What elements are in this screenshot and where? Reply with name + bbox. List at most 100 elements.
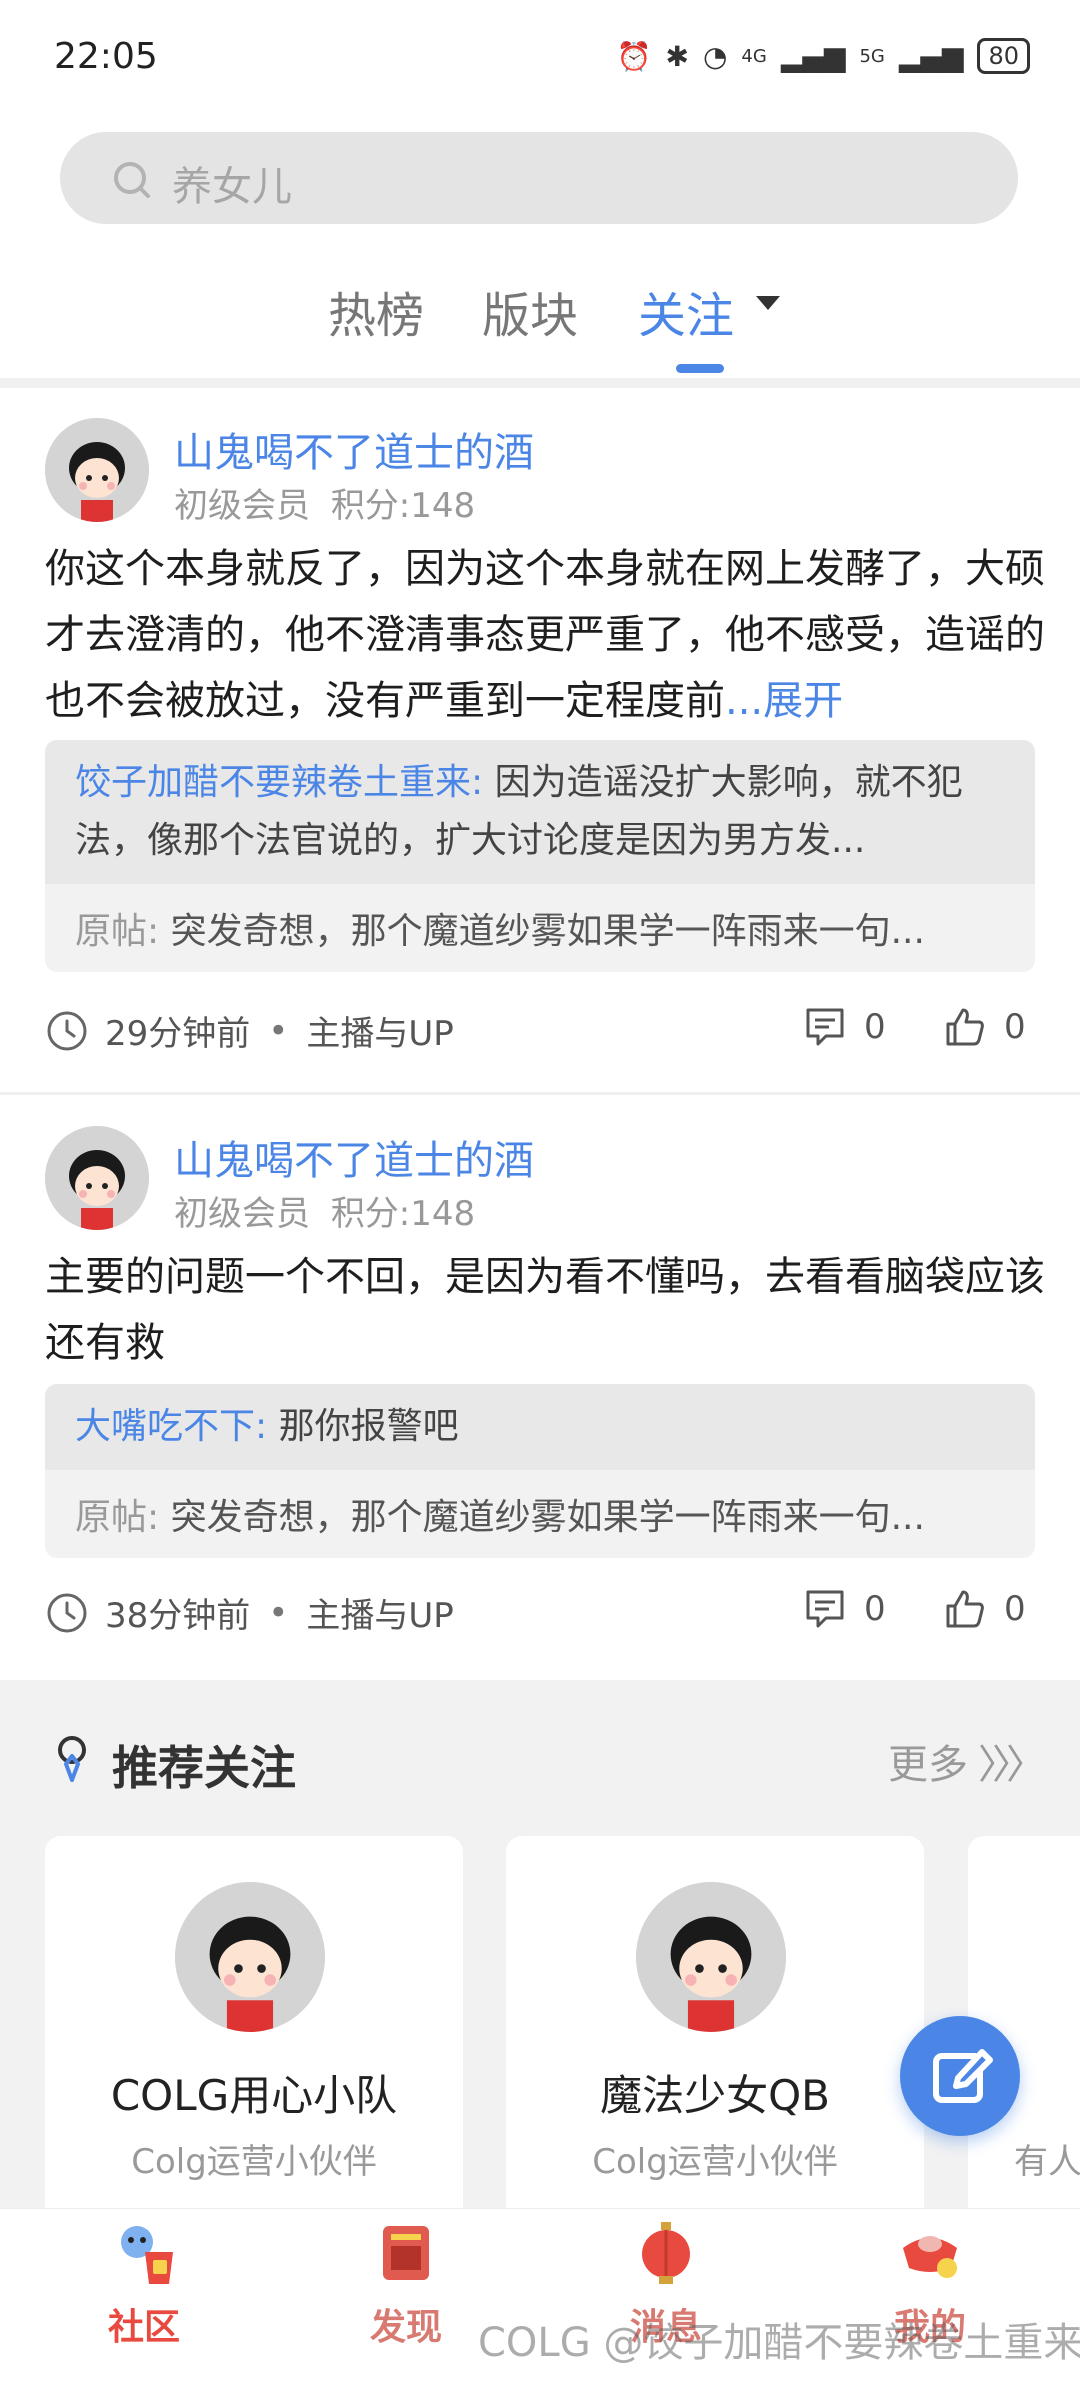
quoted-reply: 大嘴吃不下: 那你报警吧 [45, 1384, 1035, 1470]
status-icons: ⏰ ✱ ◔ 4G ▂▄▆ 5G ▂▄▆ 80 [617, 38, 1030, 74]
user-rank: 初级会员 [174, 1194, 310, 1234]
quote-text: 那你报警吧 [278, 1406, 459, 1447]
thumbs-up-icon [946, 1590, 984, 1628]
caret-down-icon[interactable] [756, 296, 780, 310]
edit-icon [933, 2049, 993, 2103]
quote-user[interactable]: 大嘴吃不下: [75, 1406, 267, 1447]
quote-user[interactable]: 饺子加醋不要辣卷土重来: [75, 762, 483, 803]
discover-icon [383, 2226, 429, 2280]
gold-ingot-icon [903, 2236, 957, 2278]
avatar [636, 1882, 786, 2032]
search-icon [114, 162, 150, 198]
post-text: 主要的问题一个不回，是因为看不懂吗，去看看脑袋应该还有救 [45, 1254, 1045, 1366]
comment-count: 0 [864, 1589, 886, 1629]
network-4g-label: 4G [741, 45, 767, 67]
origin-post[interactable]: 原帖: 突发奇想，那个魔道纱雾如果学一阵雨来一句... [45, 1470, 1035, 1558]
thumbs-up-icon [946, 1008, 984, 1046]
like-button[interactable]: 0 [944, 1588, 1026, 1630]
tab-indicator [676, 364, 724, 373]
post-ellipsis: ... [725, 678, 764, 724]
avatar [175, 1882, 325, 2032]
post-forum[interactable]: 主播与UP [306, 1588, 453, 1637]
signal-icon: ▂▄▆ [780, 39, 846, 73]
divider [0, 378, 1080, 388]
post-author-meta: 初级会员 积分:148 [174, 478, 475, 527]
origin-post[interactable]: 原帖: 突发奇想，那个魔道纱雾如果学一阵雨来一句... [45, 884, 1035, 972]
more-label: 更多 [888, 1742, 968, 1788]
comment-icon [806, 1008, 844, 1046]
search-placeholder[interactable]: 养女儿 [172, 154, 292, 212]
clock-icon [47, 1011, 87, 1050]
post-body[interactable]: 你这个本身就反了，因为这个本身就在网上发酵了，大硕才去澄清的，他不澄清事态更严重… [45, 536, 1065, 734]
nav-label-community: 社区 [107, 2307, 180, 2348]
separator-dot: • [268, 1010, 289, 1051]
recommend-card[interactable]: COLG用心小队 Colg运营小伙伴 [45, 1836, 463, 2256]
divider [0, 1092, 1080, 1095]
post-author[interactable]: 山鬼喝不了道士的酒 [174, 1128, 534, 1186]
tab-boards[interactable]: 版块 [482, 276, 578, 346]
like-count: 0 [1004, 1007, 1026, 1047]
status-time: 22:05 [54, 36, 158, 77]
post-author[interactable]: 山鬼喝不了道士的酒 [174, 420, 534, 478]
battery-icon: 80 [977, 38, 1030, 74]
card-name: COLG用心小队 [110, 2071, 398, 2120]
avatar-illustration [45, 1126, 149, 1230]
user-points: 积分:148 [330, 1194, 476, 1234]
comment-icon [806, 1590, 844, 1628]
like-count: 0 [1004, 1589, 1026, 1629]
nav-item-community[interactable]: 社区 [44, 2218, 244, 2350]
wifi-icon: ◔ [702, 39, 728, 73]
post-footer: 29分钟前 • 主播与UP [45, 1006, 454, 1055]
origin-label: 原帖: [75, 911, 160, 952]
tab-hot[interactable]: 热榜 [328, 276, 424, 346]
expand-link[interactable]: 展开 [763, 678, 843, 724]
avatar[interactable] [45, 418, 149, 522]
status-bar: 22:05 ⏰ ✱ ◔ 4G ▂▄▆ 5G ▂▄▆ 80 [0, 0, 1080, 118]
post-author-meta: 初级会员 积分:148 [174, 1186, 475, 1235]
quote-block[interactable]: 大嘴吃不下: 那你报警吧 原帖: 突发奇想，那个魔道纱雾如果学一阵雨来一句... [45, 1384, 1035, 1558]
quoted-reply: 饺子加醋不要辣卷土重来: 因为造谣没扩大影响，就不犯法，像那个法官说的，扩大讨论… [45, 740, 1035, 884]
post-text: 你这个本身就反了，因为这个本身就在网上发酵了，大硕才去澄清的，他不澄清事态更严重… [45, 546, 1045, 724]
avatar[interactable] [45, 1126, 149, 1230]
card-desc: 有人 [1014, 2142, 1080, 2182]
comment-button[interactable]: 0 [804, 1588, 886, 1630]
avatar-illustration [636, 1882, 786, 2032]
nav-label-discover: 发现 [369, 2307, 442, 2348]
recommend-card[interactable]: 魔法少女QB Colg运营小伙伴 [506, 1836, 924, 2256]
comment-count: 0 [864, 1007, 886, 1047]
separator-dot: • [268, 1592, 289, 1633]
post-footer: 38分钟前 • 主播与UP [45, 1588, 454, 1637]
comment-button[interactable]: 0 [804, 1006, 886, 1048]
post-time: 38分钟前 [105, 1596, 251, 1636]
tab-follow[interactable]: 关注 [638, 276, 734, 346]
lantern-icon [642, 2222, 690, 2284]
origin-text: 突发奇想，那个魔道纱雾如果学一阵雨来一句... [170, 1497, 925, 1538]
recommend-title: 推荐关注 [112, 1741, 296, 1795]
post-body[interactable]: 主要的问题一个不回，是因为看不懂吗，去看看脑袋应该还有救 [45, 1244, 1065, 1376]
more-link[interactable]: 更多 〉〉〉 [888, 1732, 1046, 1790]
signal-icon-2: ▂▄▆ [898, 39, 964, 73]
post-time: 29分钟前 [105, 1014, 251, 1054]
card-desc: Colg运营小伙伴 [592, 2142, 838, 2182]
origin-text: 突发奇想，那个魔道纱雾如果学一阵雨来一句... [170, 911, 925, 952]
watermark: COLG @饺子加醋不要辣卷土重来 [478, 2320, 1080, 2366]
card-desc: Colg运营小伙伴 [131, 2142, 377, 2182]
origin-label: 原帖: [75, 1497, 160, 1538]
user-points: 积分:148 [330, 486, 476, 526]
compose-button[interactable] [900, 2016, 1020, 2136]
nav-item-discover[interactable]: 发现 [306, 2218, 506, 2350]
network-5g-label: 5G [859, 45, 885, 67]
card-name: 魔法少女QB [600, 2071, 830, 2120]
community-icon [121, 2226, 173, 2284]
quote-block[interactable]: 饺子加醋不要辣卷土重来: 因为造谣没扩大影响，就不犯法，像那个法官说的，扩大讨论… [45, 740, 1035, 972]
user-rank: 初级会员 [174, 486, 310, 526]
bluetooth-icon: ✱ [665, 39, 689, 73]
post-forum[interactable]: 主播与UP [306, 1006, 453, 1055]
alarm-icon: ⏰ [616, 39, 652, 73]
recommend-icon [58, 1736, 86, 1782]
avatar-illustration [175, 1882, 325, 2032]
chevrons-right-icon: 〉〉〉 [978, 1742, 1046, 1788]
avatar-illustration [45, 418, 149, 522]
like-button[interactable]: 0 [944, 1006, 1026, 1048]
clock-icon [47, 1593, 87, 1632]
